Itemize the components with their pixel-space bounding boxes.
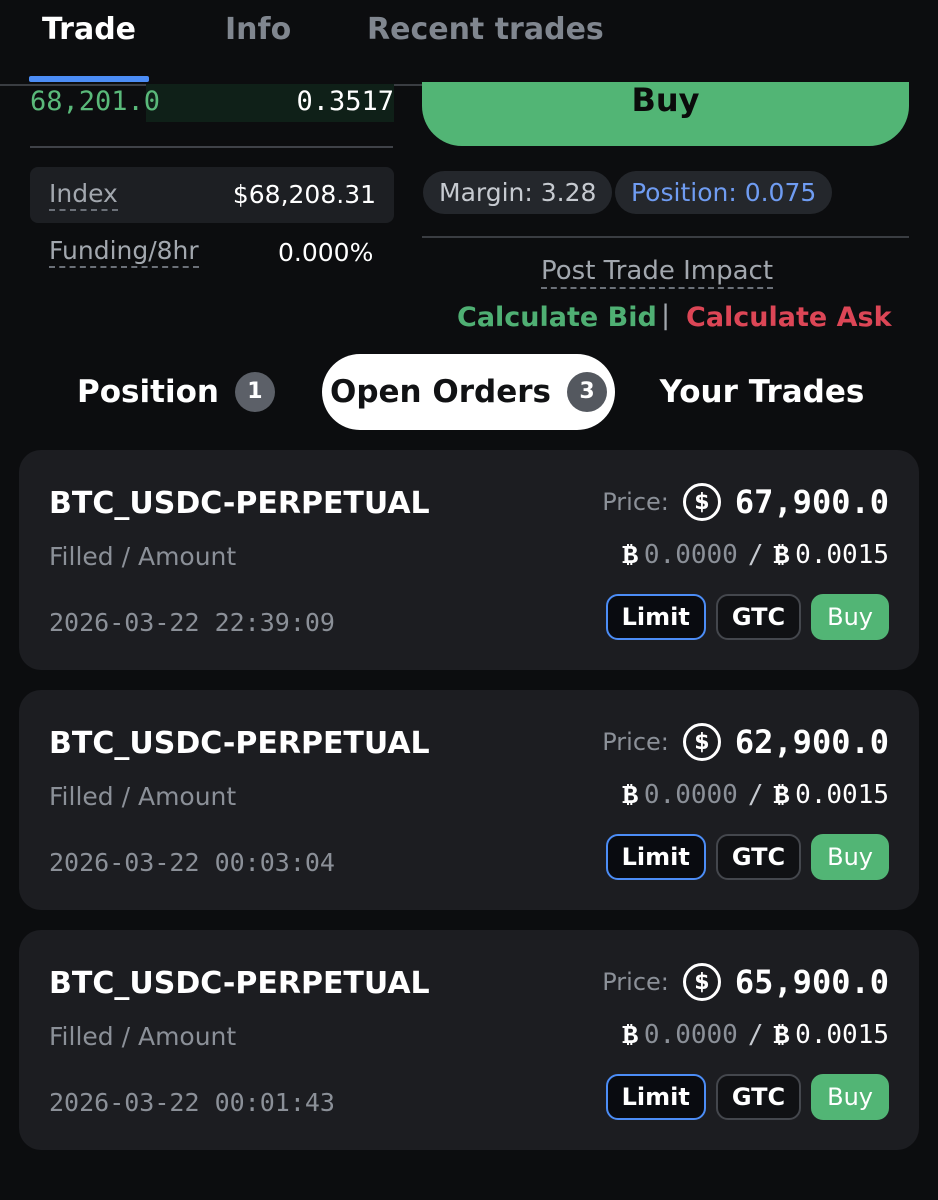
order-price: 67,900.0 — [734, 483, 889, 521]
order-price-row: Price: $ 67,900.0 — [602, 480, 889, 524]
order-price: 62,900.0 — [734, 723, 889, 761]
order-symbol: BTC_USDC-PERPETUAL — [49, 726, 430, 761]
order-amount: 0.0015 — [795, 540, 889, 570]
bitcoin-icon: ₿ — [773, 539, 790, 570]
order-side-badge: Buy — [811, 834, 889, 880]
order-tags: Limit GTC Buy — [605, 594, 889, 640]
amount-separator: / — [747, 1020, 764, 1050]
order-amount: 0.0015 — [795, 780, 889, 810]
order-filled: 0.0000 — [643, 540, 738, 570]
calculate-bid-link[interactable]: Calculate Bid — [457, 302, 657, 333]
filled-amount-label: Filled / Amount — [49, 542, 237, 571]
order-timestamp: 2026-03-22 00:01:43 — [49, 1088, 335, 1117]
position-chip: Position: 0.075 — [615, 171, 833, 214]
usd-coin-icon: $ — [682, 483, 721, 521]
order-symbol: BTC_USDC-PERPETUAL — [49, 486, 430, 521]
order-type-badge: Limit — [605, 834, 706, 880]
order-price-row: Price: $ 62,900.0 — [602, 720, 889, 764]
time-in-force-badge: GTC — [715, 1074, 802, 1120]
order-card[interactable]: BTC_USDC-PERPETUAL Filled / Amount 2026-… — [19, 930, 919, 1150]
calculate-ask-link[interactable]: Calculate Ask — [686, 302, 892, 333]
position-count-badge: 1 — [234, 372, 275, 412]
order-price: 65,900.0 — [734, 963, 889, 1001]
tab-open-orders-label: Open Orders — [329, 374, 552, 410]
tab-your-trades-label: Your Trades — [659, 374, 865, 410]
order-symbol: BTC_USDC-PERPETUAL — [49, 966, 430, 1001]
filled-amount-label: Filled / Amount — [49, 1022, 237, 1051]
funding-label[interactable]: Funding/8hr — [49, 236, 199, 268]
orderbook-row[interactable]: 68,201.0 0.3517 — [30, 84, 394, 122]
order-filled: 0.0000 — [643, 1020, 738, 1050]
tab-position[interactable]: Position 1 — [56, 354, 296, 430]
order-side-badge: Buy — [811, 1074, 889, 1120]
tab-trade[interactable]: Trade — [42, 10, 136, 50]
tab-open-orders[interactable]: Open Orders 3 — [322, 354, 615, 430]
order-amount-row: ₿ 0.0000 / ₿ 0.0015 — [622, 538, 889, 572]
tab-your-trades[interactable]: Your Trades — [640, 354, 884, 430]
tab-position-label: Position — [77, 374, 219, 410]
bitcoin-icon: ₿ — [622, 1019, 638, 1050]
index-value: $68,208.31 — [232, 180, 376, 209]
tab-recent-trades[interactable]: Recent trades — [367, 10, 604, 50]
time-in-force-badge: GTC — [715, 834, 802, 880]
divider — [30, 146, 393, 148]
order-amount-row: ₿ 0.0000 / ₿ 0.0015 — [622, 1018, 889, 1052]
bitcoin-icon: ₿ — [622, 779, 638, 810]
divider — [422, 236, 909, 238]
order-tags: Limit GTC Buy — [605, 1074, 889, 1120]
amount-separator: / — [747, 540, 764, 570]
order-type-badge: Limit — [605, 594, 706, 640]
usd-coin-icon: $ — [682, 963, 721, 1001]
margin-chip: Margin: 3.28 — [423, 171, 613, 214]
order-amount: 0.0015 — [795, 1020, 889, 1050]
open-orders-count-badge: 3 — [567, 372, 608, 412]
order-tags: Limit GTC Buy — [605, 834, 889, 880]
order-card[interactable]: BTC_USDC-PERPETUAL Filled / Amount 2026-… — [19, 690, 919, 910]
calculate-separator: | — [661, 300, 671, 331]
order-timestamp: 2026-03-22 22:39:09 — [49, 608, 335, 637]
price-label: Price: — [602, 488, 669, 516]
top-tab-bar: Trade Info Recent trades — [0, 0, 938, 86]
order-card[interactable]: BTC_USDC-PERPETUAL Filled / Amount 2026-… — [19, 450, 919, 670]
filled-amount-label: Filled / Amount — [49, 782, 237, 811]
active-tab-indicator — [29, 76, 149, 82]
post-trade-impact-label[interactable]: Post Trade Impact — [541, 256, 774, 289]
bitcoin-icon: ₿ — [773, 779, 790, 810]
usd-coin-icon: $ — [682, 723, 721, 761]
bitcoin-icon: ₿ — [622, 539, 638, 570]
buy-button[interactable]: Buy — [422, 82, 909, 146]
order-side-badge: Buy — [811, 594, 889, 640]
order-price-row: Price: $ 65,900.0 — [602, 960, 889, 1004]
time-in-force-badge: GTC — [715, 594, 802, 640]
order-type-badge: Limit — [605, 1074, 706, 1120]
funding-value: 0.000% — [278, 238, 374, 267]
amount-separator: / — [747, 780, 764, 810]
price-label: Price: — [602, 968, 669, 996]
index-label[interactable]: Index — [49, 179, 118, 211]
bitcoin-icon: ₿ — [773, 1019, 790, 1050]
order-filled: 0.0000 — [643, 780, 738, 810]
orderbook-price: 68,201.0 — [30, 86, 161, 117]
tab-info[interactable]: Info — [225, 10, 291, 50]
orderbook-size: 0.3517 — [296, 86, 394, 117]
index-price-box: Index $68,208.31 — [30, 167, 394, 223]
order-timestamp: 2026-03-22 00:03:04 — [49, 848, 335, 877]
price-label: Price: — [602, 728, 669, 756]
order-amount-row: ₿ 0.0000 / ₿ 0.0015 — [622, 778, 889, 812]
